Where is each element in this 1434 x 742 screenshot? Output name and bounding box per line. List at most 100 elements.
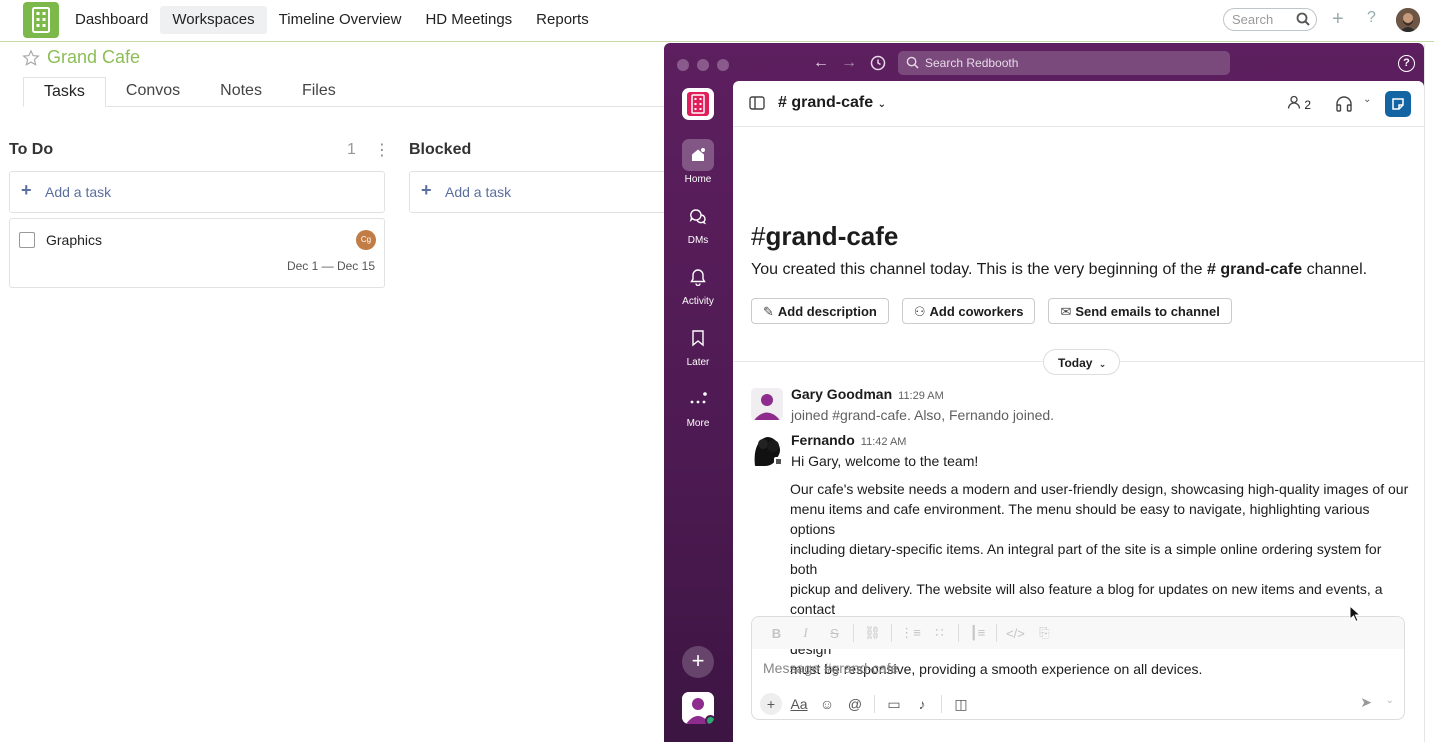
- rail-activity[interactable]: Activity: [672, 261, 724, 307]
- text-format-icon[interactable]: Aa: [788, 693, 810, 715]
- tab-tasks[interactable]: Tasks: [23, 77, 106, 107]
- code-icon[interactable]: </>: [1003, 626, 1028, 641]
- intro-channel-name: grand-cafe: [1220, 261, 1303, 278]
- emoji-icon[interactable]: ☺: [816, 693, 838, 715]
- plus-icon: +: [21, 180, 32, 200]
- nav-hd-meetings[interactable]: HD Meetings: [413, 6, 524, 34]
- toolbar-separator: [941, 695, 942, 713]
- tab-convos[interactable]: Convos: [106, 77, 200, 107]
- add-task-button-todo[interactable]: + Add a task: [9, 171, 385, 213]
- link-icon[interactable]: ⛓: [860, 625, 885, 641]
- more-icon: [682, 383, 714, 415]
- add-coworkers-button[interactable]: ⚇ Add coworkers: [901, 298, 1036, 324]
- back-arrow-icon[interactable]: ←: [813, 54, 829, 72]
- message-author[interactable]: Gary Goodman 11:29 AM: [791, 386, 944, 402]
- toolbar-separator: [996, 624, 997, 642]
- bold-icon[interactable]: B: [764, 626, 789, 641]
- redbooth-logo[interactable]: [23, 2, 59, 38]
- window-zoom-button[interactable]: [717, 59, 729, 71]
- date-divider-button[interactable]: Today ⌄: [1043, 349, 1121, 375]
- task-checkbox[interactable]: [19, 232, 35, 248]
- plus-icon: +: [421, 180, 432, 200]
- rail-add-button[interactable]: +: [682, 646, 714, 678]
- nav-reports[interactable]: Reports: [524, 6, 601, 34]
- message-time[interactable]: 11:42 AM: [861, 436, 907, 448]
- huddle-button[interactable]: ⌄: [1333, 91, 1373, 117]
- slash-command-icon[interactable]: ◫: [950, 693, 972, 715]
- strikethrough-icon[interactable]: S: [822, 626, 847, 641]
- nav-timeline-overview[interactable]: Timeline Overview: [267, 6, 414, 34]
- canvas-button[interactable]: [1385, 91, 1411, 117]
- toolbar-separator: [853, 624, 854, 642]
- microphone-icon[interactable]: ♪: [911, 693, 933, 715]
- workspace-switcher[interactable]: [682, 88, 714, 120]
- add-person-icon: ⚇: [913, 304, 926, 319]
- send-icon[interactable]: ➤: [1360, 694, 1372, 711]
- window-close-button[interactable]: [677, 59, 689, 71]
- channel-name-button[interactable]: # grand-cafe ⌄: [778, 94, 886, 112]
- code-block-icon[interactable]: ⎘: [1032, 625, 1057, 641]
- rail-more[interactable]: More: [672, 383, 724, 429]
- blockquote-icon[interactable]: ┃≡: [965, 625, 990, 641]
- rail-dms[interactable]: DMs: [672, 200, 724, 246]
- slack-search-input[interactable]: Search Redbooth: [898, 51, 1230, 75]
- top-search-placeholder: Search: [1232, 12, 1274, 27]
- help-icon[interactable]: ?: [1367, 9, 1376, 27]
- message-time[interactable]: 11:29 AM: [898, 390, 944, 402]
- rail-later[interactable]: Later: [672, 322, 724, 368]
- canvas-icon: [1392, 98, 1404, 110]
- column-title-blocked: Blocked: [409, 141, 472, 158]
- hash-icon: #: [751, 221, 766, 251]
- top-search-input[interactable]: Search: [1223, 8, 1317, 31]
- message-input[interactable]: Message #grand-cafe: [763, 660, 898, 676]
- avatar[interactable]: [751, 434, 783, 466]
- assignee-avatar[interactable]: Cg: [356, 230, 376, 250]
- tab-notes[interactable]: Notes: [200, 77, 282, 107]
- help-icon[interactable]: ?: [1398, 55, 1415, 72]
- mention-icon[interactable]: @: [844, 693, 866, 715]
- background-panel-edge: [1424, 44, 1434, 742]
- rail-user-avatar[interactable]: [682, 692, 714, 724]
- rail-home[interactable]: Home: [672, 139, 724, 185]
- message-composer[interactable]: B I S ⛓ ⋮≡ ∷ ┃≡ </> ⎘ Message #grand-caf…: [751, 616, 1405, 720]
- toolbar-separator: [891, 624, 892, 642]
- composer-actions: + Aa ☺ @ ▭ ♪ ◫: [760, 693, 972, 715]
- forward-arrow-icon[interactable]: →: [841, 54, 857, 72]
- chevron-down-icon[interactable]: ⌄: [1386, 695, 1394, 706]
- formatting-toolbar: B I S ⛓ ⋮≡ ∷ ┃≡ </> ⎘: [752, 617, 1404, 649]
- task-name: Graphics: [46, 232, 103, 248]
- message-author[interactable]: Fernando 11:42 AM: [791, 432, 906, 448]
- task-card[interactable]: Graphics Cg Dec 1 — Dec 15: [9, 218, 385, 288]
- ordered-list-icon[interactable]: ⋮≡: [898, 625, 923, 641]
- channel-intro-name: grand-cafe: [765, 221, 899, 251]
- intro-channel-link[interactable]: # grand-cafe: [1207, 261, 1302, 278]
- attach-plus-icon[interactable]: +: [760, 693, 782, 715]
- window-minimize-button[interactable]: [697, 59, 709, 71]
- task-dates: Dec 1 — Dec 15: [286, 259, 375, 273]
- add-task-button-blocked[interactable]: + Add a task: [409, 171, 669, 213]
- nav-dashboard[interactable]: Dashboard: [63, 6, 160, 34]
- tab-files[interactable]: Files: [282, 77, 356, 107]
- paragraph-line: including dietary-specific items. An int…: [790, 541, 1382, 577]
- building-icon: [32, 7, 50, 33]
- video-icon[interactable]: ▭: [883, 693, 905, 715]
- italic-icon[interactable]: I: [793, 625, 818, 641]
- star-icon[interactable]: [22, 49, 40, 67]
- history-icon[interactable]: [870, 55, 886, 71]
- workspace-title[interactable]: Grand Cafe: [47, 47, 140, 68]
- column-count: 1: [347, 141, 356, 158]
- bullet-list-icon[interactable]: ∷: [927, 625, 952, 641]
- user-avatar[interactable]: [1396, 8, 1420, 32]
- nav-workspaces[interactable]: Workspaces: [160, 6, 267, 34]
- dms-icon: [682, 200, 714, 232]
- avatar[interactable]: [751, 388, 783, 420]
- add-description-button[interactable]: ✎ Add description: [751, 298, 889, 324]
- send-emails-button[interactable]: ✉ Send emails to channel: [1048, 298, 1232, 324]
- members-button[interactable]: 2: [1283, 91, 1317, 117]
- rail-more-label: More: [686, 418, 710, 429]
- sidebar-toggle-icon[interactable]: [749, 96, 765, 110]
- presence-dot: [705, 715, 714, 724]
- column-menu-icon[interactable]: ⋮: [374, 140, 390, 160]
- chevron-down-icon: ⌄: [1363, 94, 1372, 105]
- add-icon[interactable]: +: [1332, 8, 1344, 31]
